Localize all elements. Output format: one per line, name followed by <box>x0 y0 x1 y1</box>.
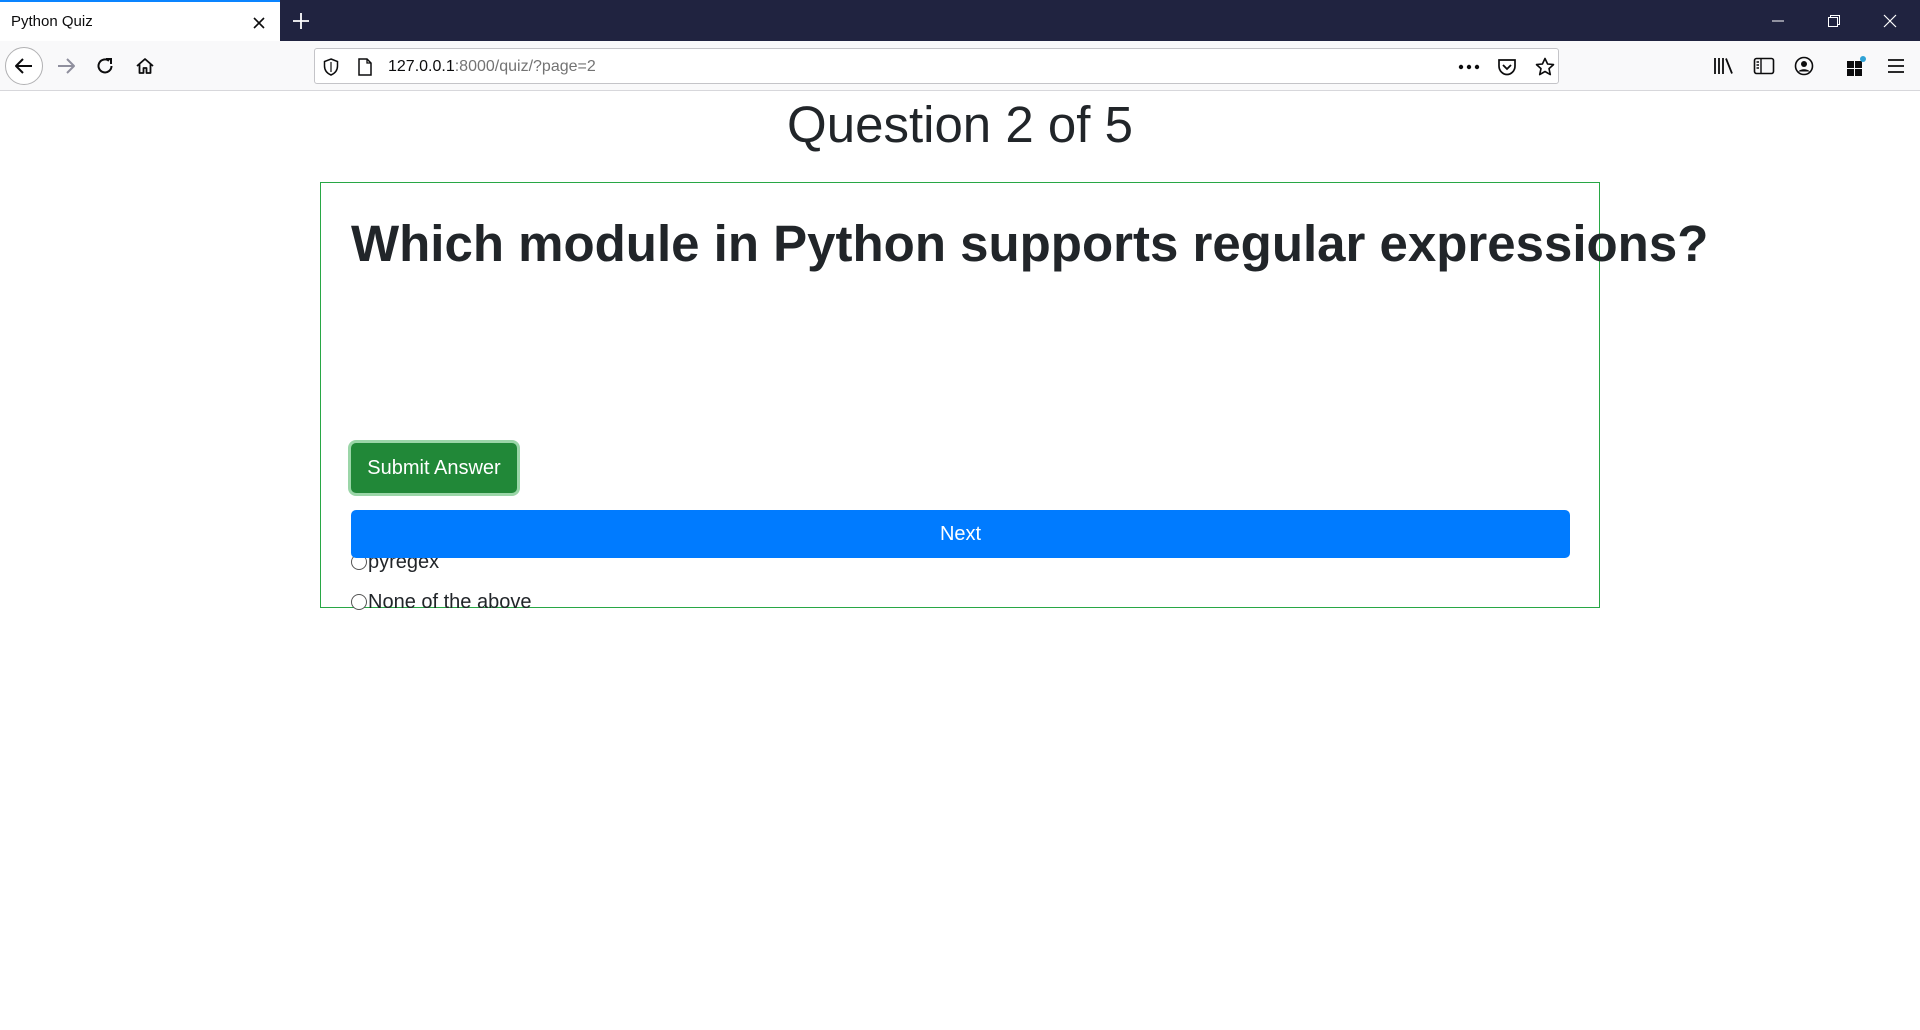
library-icon[interactable] <box>1710 53 1738 79</box>
minimize-icon[interactable] <box>1754 0 1802 41</box>
hamburger-menu-icon[interactable] <box>1882 53 1910 79</box>
home-icon[interactable] <box>126 47 164 85</box>
question-card: Which module in Python supports regular … <box>320 182 1709 613</box>
restore-icon[interactable] <box>1810 0 1858 41</box>
page-actions-more-icon[interactable] <box>1457 56 1481 78</box>
sidebar-icon[interactable] <box>1750 53 1778 79</box>
page-title: Question 2 of 5 <box>787 96 1133 153</box>
answer-option-none-of-the-above[interactable]: None of the above <box>351 589 531 615</box>
navigation-toolbar: 127.0.0.1:8000/quiz/?page=2 <box>0 41 1920 91</box>
tracking-shield-icon[interactable] <box>321 57 341 77</box>
url-text[interactable]: 127.0.0.1:8000/quiz/?page=2 <box>388 58 596 76</box>
pocket-icon[interactable] <box>1495 56 1519 78</box>
address-bar[interactable]: 127.0.0.1:8000/quiz/?page=2 <box>314 48 1559 84</box>
reload-icon[interactable] <box>86 47 124 85</box>
new-tab-icon[interactable] <box>286 7 316 35</box>
next-button[interactable]: Next <box>351 510 1570 558</box>
url-path: :8000/quiz/?page=2 <box>454 58 596 75</box>
extensions-icon[interactable] <box>1842 53 1870 79</box>
url-host: 127.0.0.1 <box>388 58 455 75</box>
window-close-icon[interactable] <box>1866 0 1914 41</box>
forward-arrow-icon[interactable] <box>47 47 85 85</box>
submit-answer-button[interactable]: Submit Answer <box>351 443 517 493</box>
radio-button-none-of-the-above[interactable] <box>351 594 367 610</box>
account-icon[interactable] <box>1790 53 1818 79</box>
close-tab-icon[interactable] <box>247 11 271 35</box>
back-arrow-icon[interactable] <box>5 47 43 85</box>
tab-strip: Python Quiz <box>0 0 1920 41</box>
bookmark-star-icon[interactable] <box>1533 56 1557 78</box>
page-info-icon[interactable] <box>355 57 375 77</box>
option-label: None of the above <box>368 590 532 613</box>
tab-title: Python Quiz <box>11 13 93 30</box>
tab-python-quiz[interactable]: Python Quiz <box>0 0 280 41</box>
question-text: Which module in Python supports regular … <box>351 215 1709 272</box>
